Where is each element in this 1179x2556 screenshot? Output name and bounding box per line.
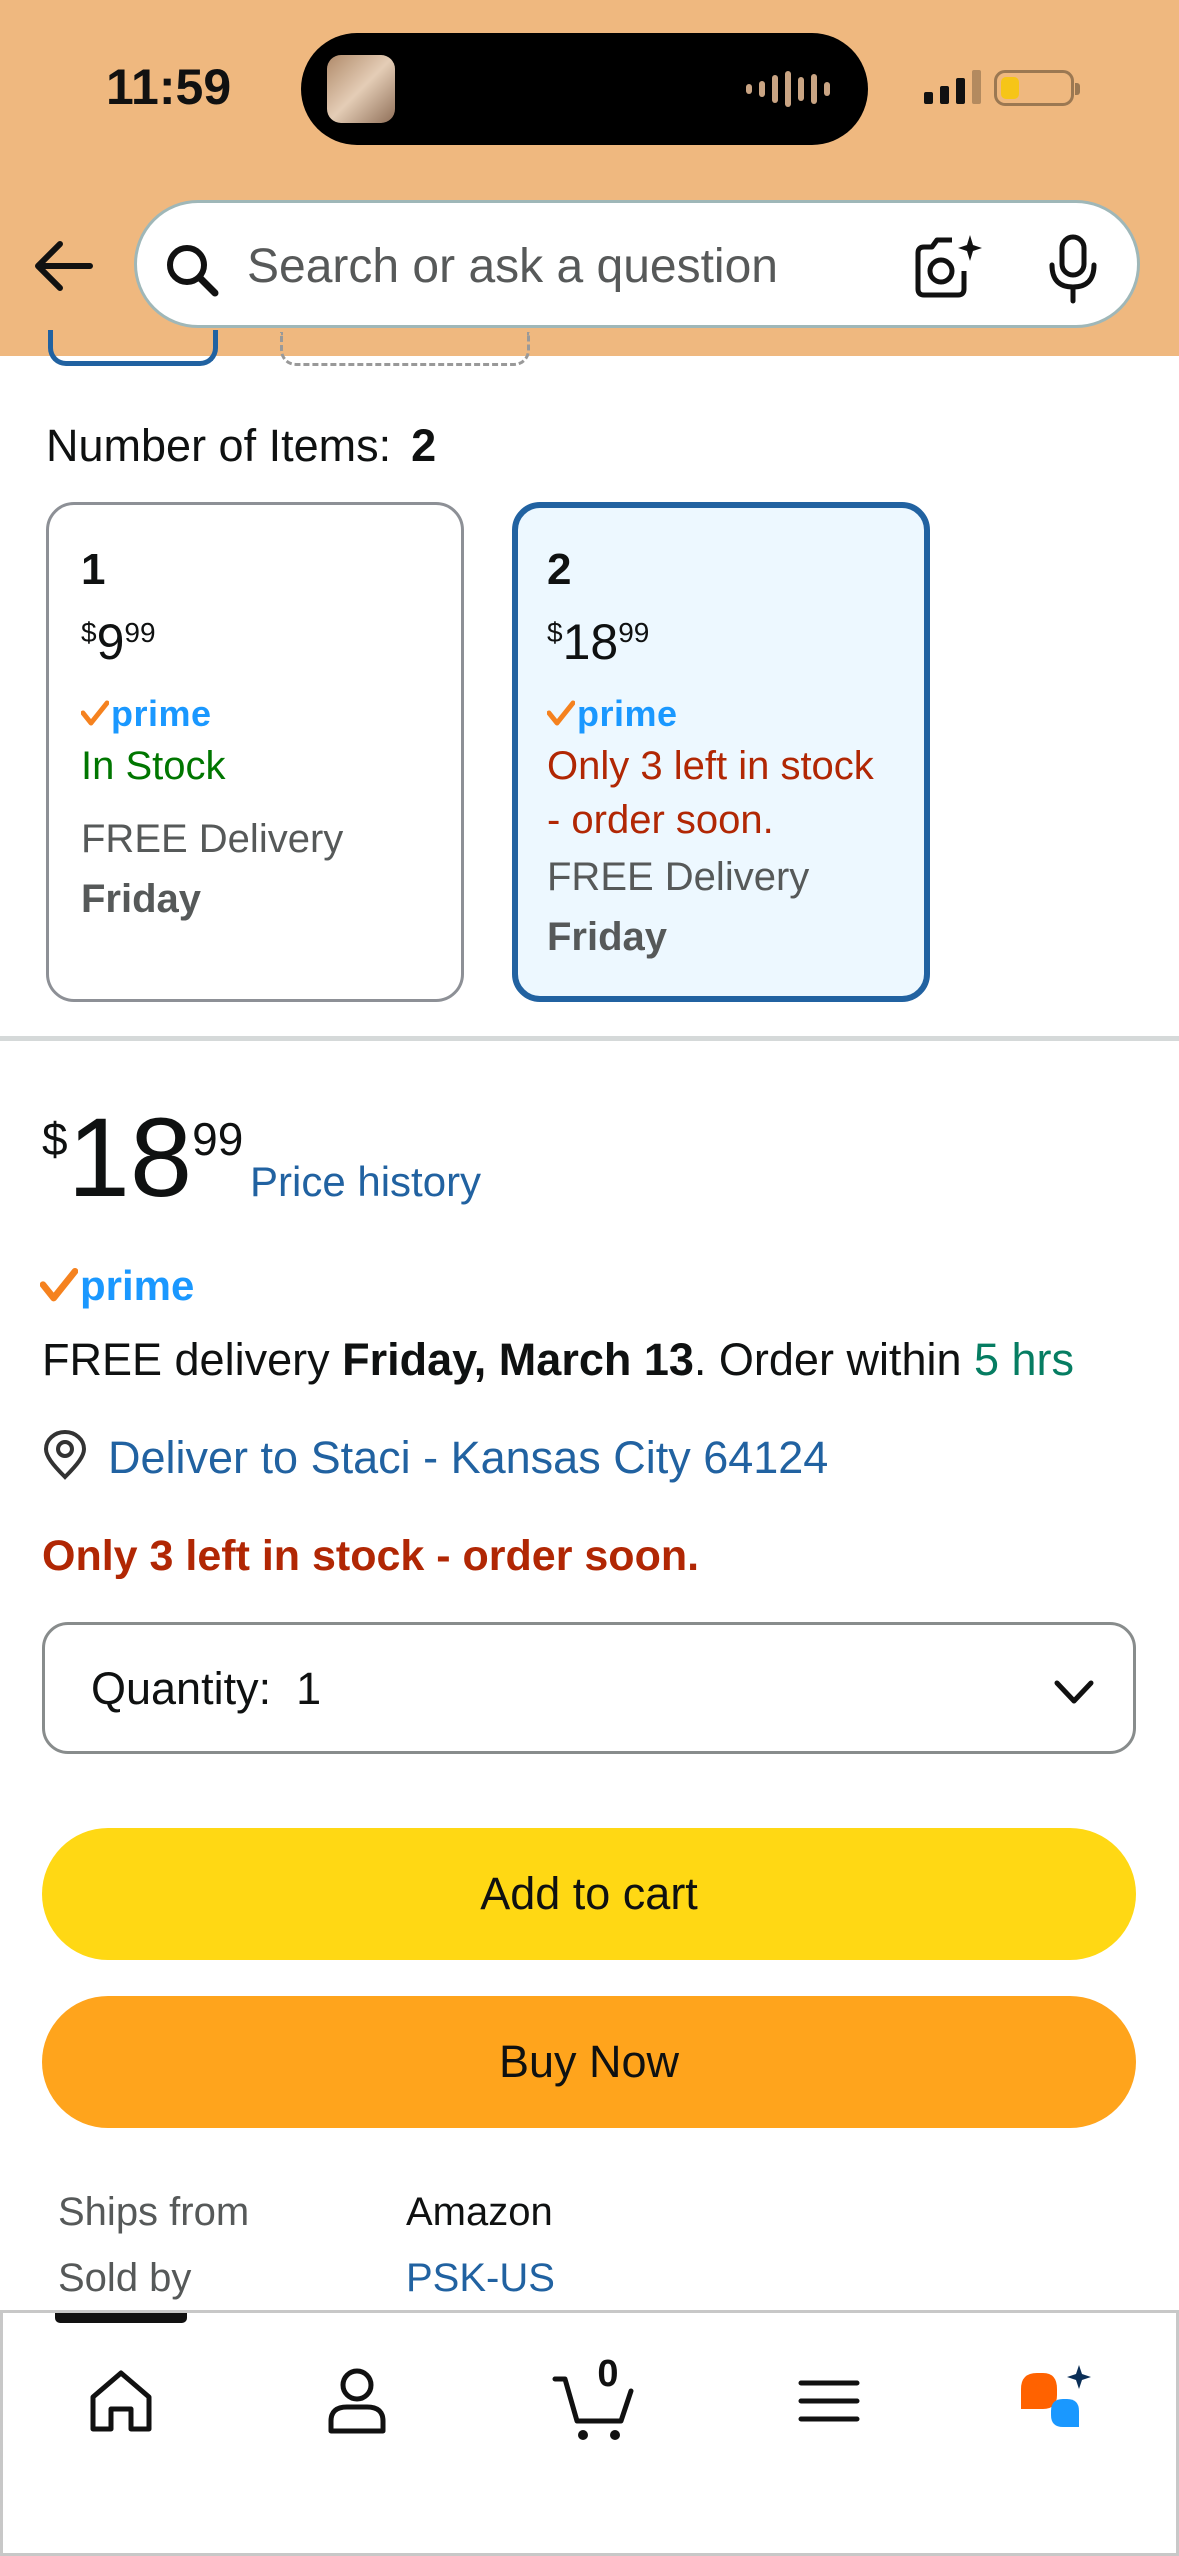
tab-menu[interactable] (789, 2361, 869, 2441)
tab-home[interactable] (81, 2361, 161, 2441)
sold-by-link[interactable]: PSK-US (406, 2256, 555, 2301)
option-price: $18 99 (547, 614, 650, 670)
section-divider (0, 1036, 1179, 1041)
sold-by-label: Sold by (58, 2256, 192, 2300)
chevron-down-icon (1054, 1680, 1094, 1704)
ships-from-value: Amazon (406, 2190, 553, 2234)
active-tab-indicator (55, 2313, 187, 2323)
prime-badge: prime (40, 1262, 194, 1310)
previous-option-swatch[interactable] (48, 330, 218, 366)
tab-rufus-assistant[interactable] (1015, 2361, 1095, 2441)
back-arrow-icon[interactable] (30, 230, 102, 302)
quantity-select[interactable]: Quantity: 1 (42, 1622, 1136, 1754)
option-stock-status: In Stock (81, 744, 226, 788)
prime-badge: prime (547, 693, 904, 735)
cellular-signal-icon (924, 70, 981, 104)
prime-check-icon (81, 700, 109, 726)
cart-count-badge: 0 (597, 2353, 619, 2395)
number-of-items-heading: Number of Items: 2 (46, 420, 436, 472)
option-delivery: FREE Delivery (81, 817, 344, 861)
search-bar[interactable] (134, 200, 1140, 328)
add-to-cart-button[interactable]: Add to cart (42, 1828, 1136, 1960)
location-pin-icon (43, 1430, 87, 1480)
buy-now-button[interactable]: Buy Now (42, 1996, 1136, 2128)
option-count: 1 (81, 545, 106, 594)
tab-account[interactable] (317, 2361, 397, 2441)
delivery-estimate: FREE delivery Friday, March 13. Order wi… (42, 1334, 1075, 1385)
app-header: 11:59 (0, 0, 1179, 356)
product-price: $18 99 (42, 1095, 244, 1220)
ai-assistant-icon (1021, 2365, 1091, 2427)
hamburger-menu-icon (798, 2380, 860, 2422)
number-of-items-label: Number of Items: (46, 420, 392, 471)
price-history-link[interactable]: Price history (250, 1158, 481, 1206)
battery-icon (994, 70, 1080, 106)
search-input[interactable] (247, 231, 927, 301)
dynamic-island[interactable] (301, 33, 868, 145)
camera-search-icon[interactable] (912, 231, 984, 303)
option-delivery: FREE Delivery (547, 855, 810, 899)
item-count-option-2-selected[interactable]: 2 $18 99 prime Only 3 left in stock - ord… (512, 502, 930, 1002)
ships-from-label: Ships from (58, 2190, 250, 2234)
option-delivery-day: Friday (547, 915, 668, 959)
prime-badge: prime (81, 693, 441, 735)
previous-option-swatch-unavailable[interactable] (280, 332, 530, 366)
quantity-value: 1 (296, 1663, 322, 1714)
quantity-label: Quantity: (91, 1663, 272, 1714)
item-count-option-1[interactable]: 1 $9 99 prime In Stock FREE Delivery Frid… (46, 502, 464, 1002)
now-playing-artwork (327, 55, 395, 123)
microphone-icon[interactable] (1043, 233, 1103, 305)
person-icon (328, 2368, 386, 2434)
option-delivery-day: Friday (81, 877, 202, 921)
search-icon (167, 245, 219, 297)
option-count: 2 (547, 545, 572, 594)
option-price: $9 99 (81, 614, 156, 670)
bottom-tab-bar: 0 (0, 2310, 1179, 2556)
status-time: 11:59 (106, 59, 232, 115)
prime-check-icon (547, 700, 575, 726)
home-icon (90, 2370, 152, 2432)
prime-check-icon (40, 1268, 78, 1302)
stock-warning: Only 3 left in stock - order soon. (42, 1532, 700, 1580)
tab-cart[interactable]: 0 (551, 2353, 637, 2447)
number-of-items-selected: 2 (411, 420, 437, 471)
option-stock-status: Only 3 left in stock - order soon. (547, 744, 874, 842)
audio-waveform-icon (746, 69, 830, 109)
deliver-to-link[interactable]: Deliver to Staci - Kansas City 64124 (108, 1432, 828, 1484)
